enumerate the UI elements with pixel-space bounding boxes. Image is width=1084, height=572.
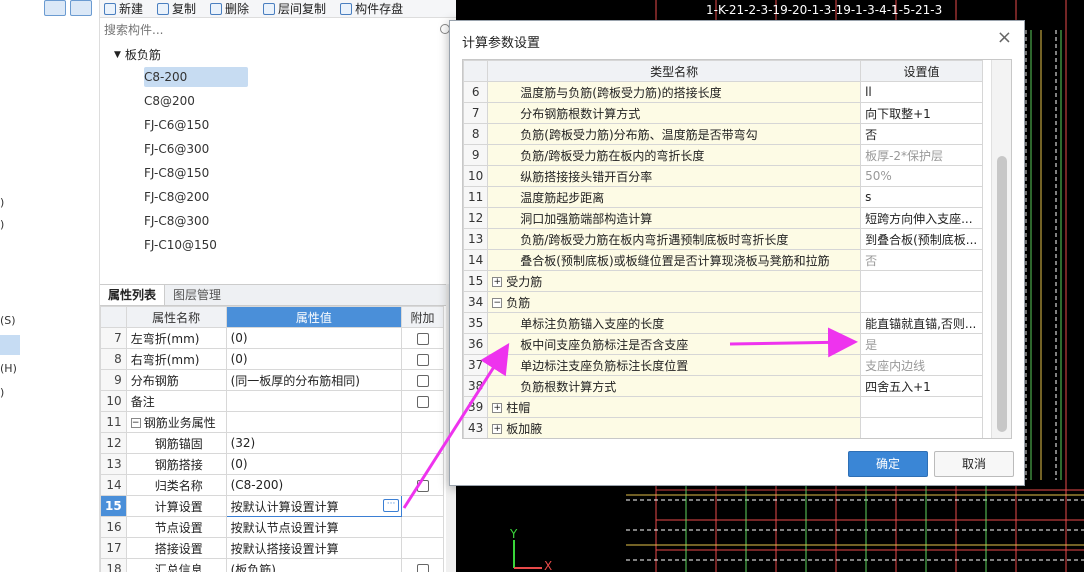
header-setting-value: 设置值 [860, 60, 983, 82]
tree-root-label: 板负筋 [124, 48, 161, 62]
left-strip: ) ) (S) (H) ) [0, 0, 100, 572]
ok-button[interactable]: 确定 [848, 451, 928, 477]
delete-button[interactable]: 删除 [210, 0, 249, 17]
dialog-title: 计算参数设置 [462, 36, 541, 51]
tree-item[interactable]: FJ-C10@150 [144, 235, 248, 255]
tree-item[interactable]: FJ-C6@150 [144, 115, 248, 135]
tree-item[interactable]: FJ-C8@300 [144, 211, 248, 231]
checkbox[interactable] [416, 563, 429, 572]
tree-item[interactable]: FJ-C8@150 [144, 163, 248, 183]
expand-icon[interactable]: + [492, 424, 503, 434]
new-button[interactable]: 新建 [104, 0, 143, 17]
component-tree: ▼ 板负筋 C8-200 C8@200 FJ-C6@150 FJ-C6@300 … [100, 42, 456, 270]
component-toolbar: 新建 复制 删除 层间复制 构件存盘 [100, 0, 460, 18]
chevron-down-icon[interactable]: ▼ [114, 50, 121, 60]
table-row[interactable]: 8 右弯折(mm) (0) [100, 348, 444, 370]
calc-setting-cell[interactable]: 按默认计算设置计算 ··· [225, 495, 403, 517]
ellipsis-button[interactable]: ··· [383, 499, 400, 512]
params-grid: 类型名称 设置值 6 温度筋与负筋(跨板受力筋)的搭接长度 ll 7 分布钢筋根数计算… [462, 59, 1012, 439]
table-row[interactable]: 36 板中间支座负筋标注是否含支座是 [463, 333, 983, 355]
table-row[interactable]: 12 洞口加强筋端部构造计算 短跨方向伸入支座... [463, 207, 983, 229]
header-extra: 附加 [401, 306, 444, 328]
grid-scrollbar[interactable] [991, 60, 1011, 438]
collapse-icon[interactable]: − [492, 298, 503, 308]
header-property-name: 属性名称 [125, 306, 227, 328]
table-row[interactable]: 37 单边标注支座负筋标注长度位置 支座内边线 [463, 354, 983, 376]
checkbox[interactable] [416, 353, 429, 366]
table-row[interactable]: 38 负筋根数计算方式 四舍五入+1 [463, 375, 983, 397]
table-row[interactable]: 14 叠合板(预制底板)或板缝位置是否计算现浇板马凳筋和拉筋否 [463, 249, 983, 271]
cancel-button[interactable]: 取消 [934, 451, 1014, 477]
table-row[interactable]: 7 分布钢筋根数计算方式 向下取整+1 [463, 102, 983, 124]
table-row[interactable]: 10 纵筋搭接接头错开百分率 50% [463, 165, 983, 187]
list-view-icon[interactable] [44, 0, 66, 16]
header-property-value: 属性值 [225, 306, 403, 328]
tree-root[interactable]: ▼ 板负筋 [114, 46, 161, 63]
strip-label: ) [0, 218, 5, 231]
strip-selected-item[interactable] [0, 335, 20, 355]
properties-tabs: 属性列表 图层管理 [100, 284, 456, 306]
view-toggle-group [44, 0, 96, 16]
close-icon[interactable]: × [997, 29, 1012, 47]
save-component-button[interactable]: 构件存盘 [340, 0, 403, 17]
tab-layer-management[interactable]: 图层管理 [165, 285, 229, 305]
expand-icon[interactable]: + [492, 403, 503, 413]
table-row[interactable]: 39 + 柱帽 [463, 396, 983, 418]
component-search [100, 20, 456, 40]
strip-label: (S) [0, 314, 16, 327]
tree-item[interactable]: FJ-C8@200 [144, 187, 248, 207]
table-row[interactable]: 34− 负筋 [463, 291, 983, 313]
floor-copy-button[interactable]: 层间复制 [263, 0, 326, 17]
checkbox[interactable] [416, 395, 429, 408]
checkbox[interactable] [416, 374, 429, 387]
axis-y-label: Y [509, 527, 518, 541]
calc-params-dialog: 计算参数设置 × 类型名称 设置值 6 温度筋与负筋(跨板受力筋)的搭接长度 ll … [449, 20, 1025, 486]
strip-label: ) [0, 196, 5, 209]
properties-table: 属性名称 属性值 附加 7 左弯折(mm) (0) 8 右弯折(mm) (0) … [100, 306, 444, 572]
scrollbar-thumb[interactable] [997, 156, 1007, 432]
strip-label: ) [0, 386, 5, 399]
table-row[interactable]: 15 + 受力筋 [463, 270, 983, 292]
table-row[interactable]: 6 温度筋与负筋(跨板受力筋)的搭接长度 ll [463, 81, 983, 103]
table-row[interactable]: 7 左弯折(mm) (0) [100, 327, 444, 349]
checkbox[interactable] [416, 332, 429, 345]
tree-item[interactable]: C8-200 [144, 67, 248, 87]
table-row[interactable]: 43 + 板加腋 [463, 417, 983, 438]
table-row[interactable]: 15 计算设置 按默认计算设置计算 ··· [100, 495, 444, 517]
collapse-icon[interactable]: − [130, 418, 141, 428]
table-row[interactable]: 10 备注 [100, 390, 444, 412]
search-input[interactable] [100, 20, 456, 40]
expand-icon[interactable]: + [492, 277, 503, 287]
copy-icon [157, 2, 170, 15]
table-row[interactable]: 11 温度筋起步距离 s [463, 186, 983, 208]
table-row[interactable]: 9 分布钢筋 (同一板厚的分布筋相同) [100, 369, 444, 391]
tree-item[interactable]: C8@200 [144, 91, 248, 111]
viewport-top-text: 1-K-21-2-3-19-20-1-3-19-1-3-4-1-5-21-3 [706, 3, 942, 17]
table-row[interactable]: 17 搭接设置 按默认搭接设置计算 [100, 537, 444, 559]
table-row[interactable]: 11 − 钢筋业务属性 [100, 411, 444, 433]
tree-item[interactable]: FJ-C6@300 [144, 139, 248, 159]
table-row[interactable]: 14 归类名称 (C8-200) [100, 474, 444, 496]
params-table: 类型名称 设置值 6 温度筋与负筋(跨板受力筋)的搭接长度 ll 7 分布钢筋根数计算… [463, 60, 983, 438]
table-row[interactable]: 13 负筋/跨板受力筋在板内弯折遇预制底板时弯折长度 到叠合板(预制底板... [463, 228, 983, 250]
header-type-name: 类型名称 [487, 60, 862, 82]
new-icon [104, 2, 116, 15]
floor-copy-icon [263, 2, 276, 15]
checkbox[interactable] [416, 479, 429, 492]
copy-button[interactable]: 复制 [157, 0, 196, 17]
tab-property-list[interactable]: 属性列表 [100, 285, 166, 305]
delete-icon [210, 2, 223, 15]
table-row[interactable]: 8 负筋(跨板受力筋)分布筋、温度筋是否带弯勾否 [463, 123, 983, 145]
table-row[interactable]: 35 单标注负筋锚入支座的长度 能直锚就直锚,否则... [463, 312, 983, 334]
axis-x-label: X [544, 559, 552, 572]
detail-view-icon[interactable] [70, 0, 92, 16]
table-row[interactable]: 9 负筋/跨板受力筋在板内的弯折长度 板厚-2*保护层 [463, 144, 983, 166]
strip-label: (H) [0, 362, 17, 375]
table-row[interactable]: 12 钢筋锚固 (32) [100, 432, 444, 454]
table-row[interactable]: 13 钢筋搭接 (0) [100, 453, 444, 475]
table-row[interactable]: 18 汇总信息 (板负筋) [100, 558, 444, 572]
save-icon [340, 2, 353, 15]
table-row[interactable]: 16 节点设置 按默认节点设置计算 [100, 516, 444, 538]
